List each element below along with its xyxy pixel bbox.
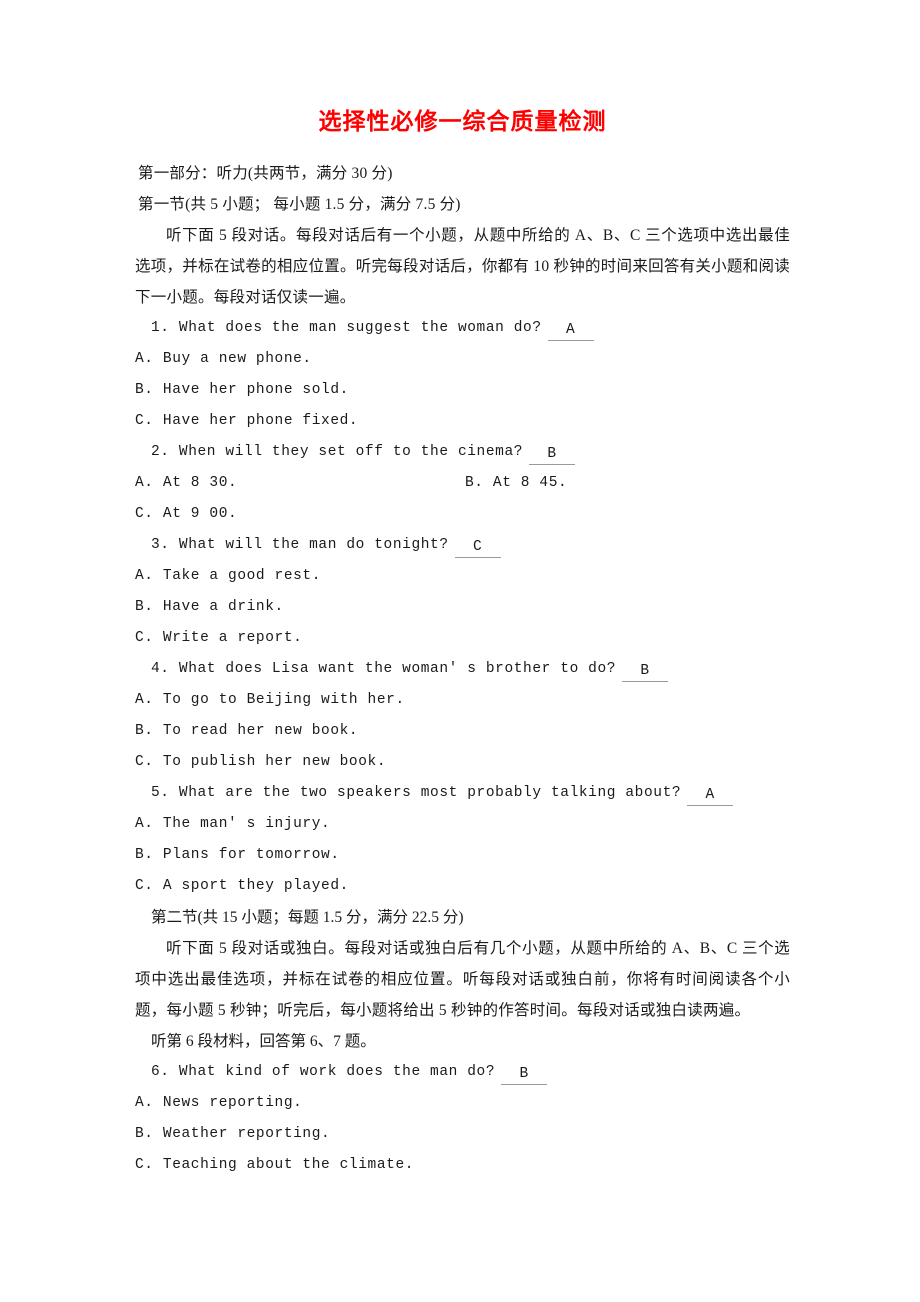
section-two-instructions: 听下面 5 段对话或独白。每段对话或独白后有几个小题，从题中所给的 A、B、C …	[135, 940, 790, 1019]
section-one-instructions: 听下面 5 段对话。每段对话后有一个小题，从题中所给的 A、B、C 三个选项中选…	[135, 227, 790, 306]
question-stem: 6. What kind of work does the man do? B	[135, 1057, 790, 1088]
document-content: 选择性必修一综合质量检测 第一部分：听力(共两节，满分 30 分) 第一节(共 …	[135, 104, 790, 1181]
material-six-note: 听第 6 段材料，回答第 6、7 题。	[151, 1033, 376, 1050]
option-item[interactable]: B. At 8 45.	[465, 468, 567, 499]
option-item[interactable]: B. Have a drink.	[135, 592, 790, 623]
answer-blank[interactable]: A	[687, 785, 734, 806]
option-item[interactable]: A. The man' s injury.	[135, 809, 790, 840]
option-item[interactable]: A. To go to Beijing with her.	[135, 685, 790, 716]
option-item[interactable]: B. Weather reporting.	[135, 1119, 790, 1150]
option-item[interactable]: C. To publish her new book.	[135, 747, 790, 778]
question-stem-text: 4. What does Lisa want the woman' s brot…	[151, 661, 617, 677]
answer-blank[interactable]: B	[529, 444, 576, 465]
option-item[interactable]: C. At 9 00.	[135, 499, 790, 530]
question-stem: 1. What does the man suggest the woman d…	[135, 313, 790, 344]
option-item[interactable]: B. Plans for tomorrow.	[135, 840, 790, 871]
section-one-heading: 第一节(共 5 小题； 每小题 1.5 分，满分 7.5 分)	[138, 196, 461, 213]
part-one-heading: 第一部分：听力(共两节，满分 30 分)	[138, 165, 393, 182]
question-stem-text: 3. What will the man do tonight?	[151, 537, 449, 553]
question-stem: 4. What does Lisa want the woman' s brot…	[135, 654, 790, 685]
document-page: 选择性必修一综合质量检测 第一部分：听力(共两节，满分 30 分) 第一节(共 …	[0, 0, 920, 1302]
question-stem: 5. What are the two speakers most probab…	[135, 778, 790, 809]
option-item[interactable]: C. Teaching about the climate.	[135, 1150, 790, 1181]
option-row: A. At 8 30. B. At 8 45.	[135, 468, 790, 499]
page-title: 选择性必修一综合质量检测	[318, 108, 607, 134]
question-stem-text: 2. When will they set off to the cinema?	[151, 444, 524, 460]
question-stem: 3. What will the man do tonight? C	[135, 530, 790, 561]
answer-blank[interactable]: B	[622, 661, 669, 682]
answer-blank[interactable]: B	[501, 1064, 548, 1085]
question-stem: 2. When will they set off to the cinema?…	[135, 437, 790, 468]
answer-blank[interactable]: A	[547, 320, 594, 341]
option-item[interactable]: C. Have her phone fixed.	[135, 406, 790, 437]
option-item[interactable]: A. News reporting.	[135, 1088, 790, 1119]
option-item[interactable]: A. Buy a new phone.	[135, 344, 790, 375]
option-item[interactable]: B. To read her new book.	[135, 716, 790, 747]
question-stem-text: 5. What are the two speakers most probab…	[151, 785, 682, 801]
option-item[interactable]: C. A sport they played.	[135, 871, 790, 902]
option-item[interactable]: C. Write a report.	[135, 623, 790, 654]
answer-blank[interactable]: C	[454, 537, 501, 558]
option-item[interactable]: B. Have her phone sold.	[135, 375, 790, 406]
option-item[interactable]: A. At 8 30.	[135, 475, 237, 491]
question-stem-text: 1. What does the man suggest the woman d…	[151, 320, 542, 336]
section-two-heading: 第二节(共 15 小题；每题 1.5 分，满分 22.5 分)	[151, 909, 464, 926]
option-item[interactable]: A. Take a good rest.	[135, 561, 790, 592]
question-stem-text: 6. What kind of work does the man do?	[151, 1064, 496, 1080]
